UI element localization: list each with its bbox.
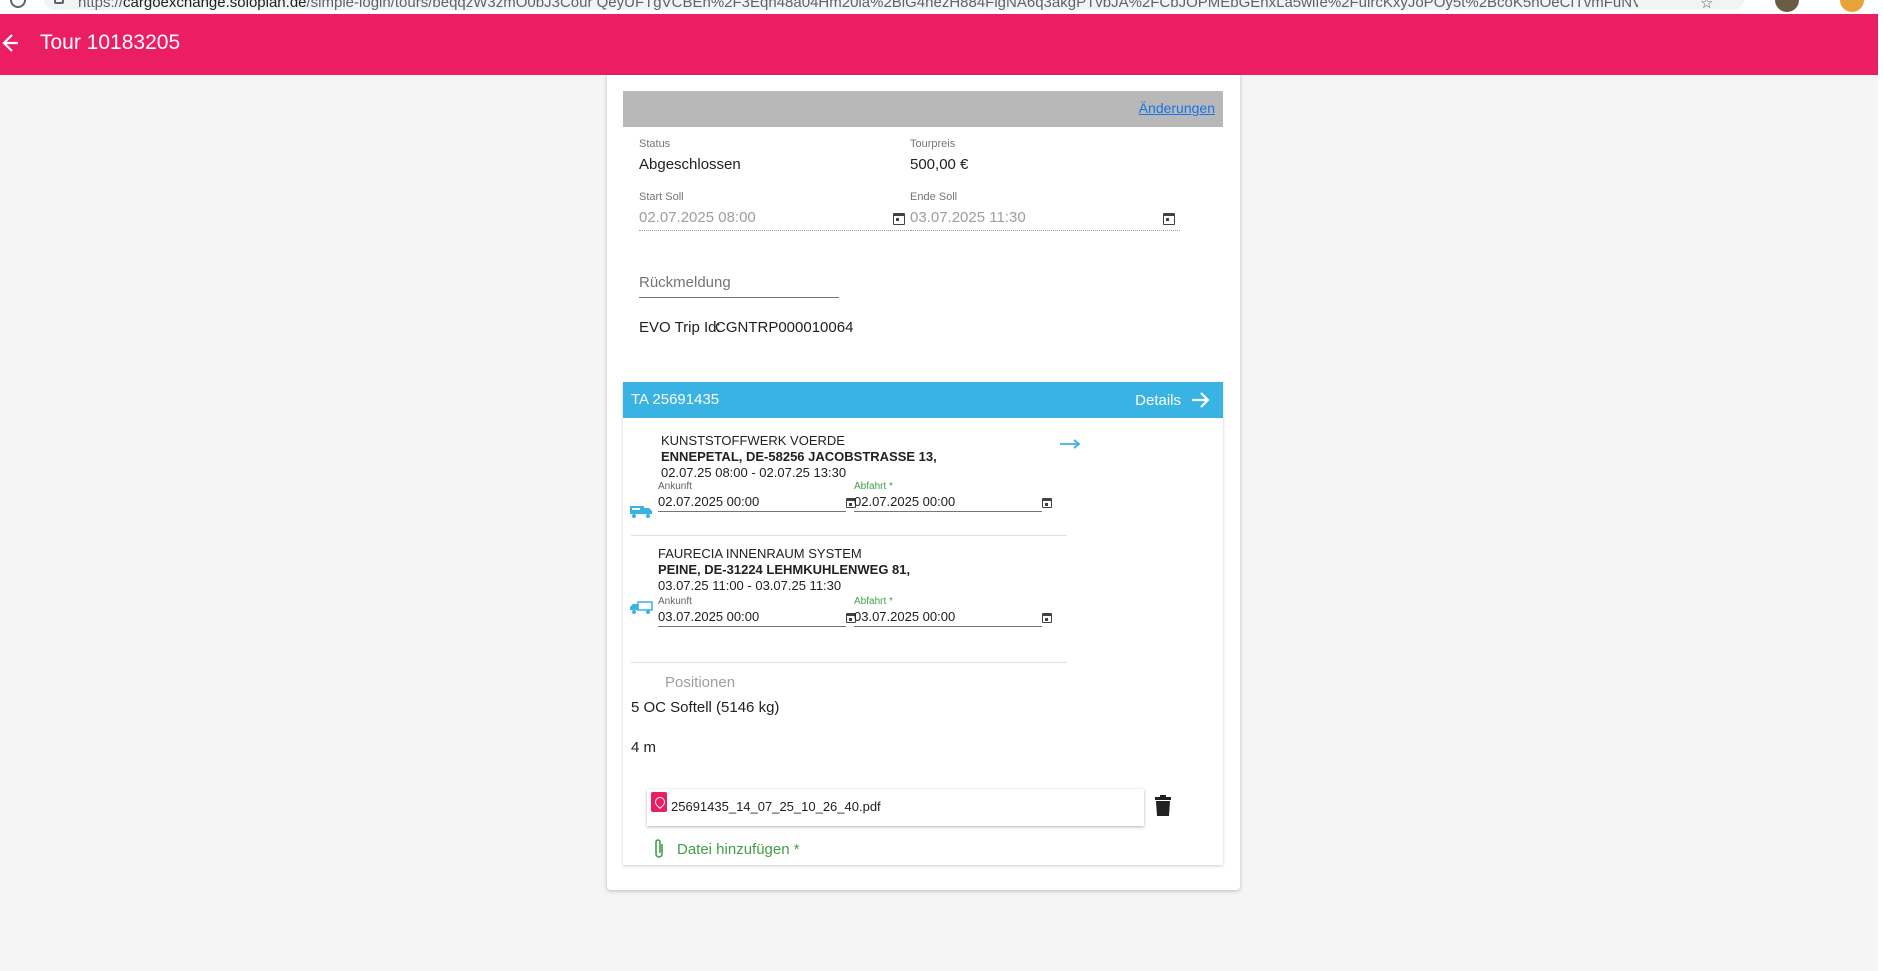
window-edge: [1878, 0, 1883, 971]
end-planned-field: 03.07.2025 11:30: [910, 209, 1026, 226]
transport-order-header: TA 25691435 Details: [623, 382, 1223, 418]
browser-toolbar: https://cargoexchange.soloplan.de/simple…: [0, 0, 1883, 14]
feedback-input[interactable]: [639, 268, 839, 298]
reload-icon[interactable]: [10, 0, 26, 8]
evo-trip-label: EVO Trip Id:: [639, 319, 721, 336]
stop-2-time-window: 03.07.25 11:00 - 03.07.25 11:30: [658, 578, 842, 593]
status-label: Status: [639, 138, 671, 150]
end-field-underline: [910, 230, 1180, 231]
stop-2-arrival-label: Ankunft: [658, 596, 692, 607]
stop-divider: [631, 535, 1067, 536]
position-item: 5 OC Softell (5146 kg): [631, 699, 780, 716]
tour-card: Änderungen Status Abgeschlossen Tourprei…: [607, 75, 1240, 890]
stop-1-departure-underline: [854, 511, 1042, 512]
page-title: Tour 10183205: [40, 31, 181, 54]
tour-price-label: Tourpreis: [910, 138, 956, 150]
attachment-file[interactable]: 25691435_14_07_25_10_26_40.pdf: [647, 789, 1144, 826]
end-calendar-icon: [1163, 213, 1175, 225]
changes-bar: Änderungen: [623, 91, 1223, 127]
changes-link[interactable]: Änderungen: [1139, 100, 1215, 116]
stop-1-departure-label: Abfahrt *: [854, 481, 893, 492]
bookmark-star-icon[interactable]: ☆: [1700, 0, 1713, 12]
add-file-button[interactable]: Datei hinzufügen *: [651, 837, 800, 861]
profile-avatar[interactable]: [1775, 0, 1799, 12]
transport-order-panel: TA 25691435 Details KUNSTSTOFFWERK VOERD…: [623, 382, 1223, 865]
start-planned-label: Start Soll: [639, 191, 684, 203]
end-planned-label: Ende Soll: [910, 191, 958, 203]
start-field-underline: [639, 230, 909, 231]
delete-icon[interactable]: [1153, 794, 1173, 818]
add-file-label: Datei hinzufügen *: [677, 840, 800, 858]
attachment-file-name: 25691435_14_07_25_10_26_40.pdf: [671, 799, 881, 814]
arrow-right-icon: [1192, 392, 1210, 408]
stop-1-departure-field[interactable]: 02.07.2025 00:00: [854, 494, 955, 509]
stop-2-departure-underline: [854, 626, 1042, 627]
stop-2-arrival-field[interactable]: 03.07.2025 00:00: [658, 609, 759, 624]
stop-2-departure-label: Abfahrt *: [854, 596, 893, 607]
extension-icon[interactable]: [1840, 0, 1864, 12]
details-button[interactable]: Details: [1135, 388, 1211, 412]
url-text[interactable]: https://cargoexchange.soloplan.de/simple…: [78, 0, 1638, 11]
app-bar: Tour 10183205: [0, 14, 1878, 75]
pdf-icon: [651, 792, 667, 812]
truck-loading-icon: [630, 506, 652, 518]
stop-1-address: ENNEPETAL, DE-58256 JACOBSTRASSE 13,: [661, 449, 937, 464]
start-calendar-icon: [893, 213, 905, 225]
positions-divider: [631, 662, 1067, 663]
stop-2-name: FAURECIA INNENRAUM SYSTEM: [658, 546, 862, 561]
details-label: Details: [1135, 391, 1181, 409]
stop-1-arrival-label: Ankunft: [658, 481, 692, 492]
positions-label: Positionen: [665, 674, 736, 691]
stop-1-arrival-underline: [658, 511, 846, 512]
tour-price-value: 500,00 €: [910, 156, 969, 173]
site-info-icon[interactable]: [54, 0, 64, 4]
position-item: 4 m: [631, 739, 657, 756]
paperclip-icon: [655, 839, 663, 858]
start-planned-field: 02.07.2025 08:00: [639, 209, 756, 226]
stop-1-arrival-field[interactable]: 02.07.2025 00:00: [658, 494, 759, 509]
evo-trip-id: CGNTRP000010064: [715, 319, 854, 336]
stop-2-arrival-underline: [658, 626, 846, 627]
stop-2-address: PEINE, DE-31224 LEHMKUHLENWEG 81,: [658, 562, 911, 577]
stop-1-name: KUNSTSTOFFWERK VOERDE: [661, 433, 845, 448]
transport-order-title: TA 25691435: [631, 391, 720, 408]
stop-2-departure-calendar-icon[interactable]: [1042, 613, 1052, 623]
stop-2-departure-field[interactable]: 03.07.2025 00:00: [854, 609, 955, 624]
stop-1-time-window: 02.07.25 08:00 - 02.07.25 13:30: [661, 465, 847, 480]
stop-1-departure-calendar-icon[interactable]: [1042, 498, 1052, 508]
truck-unloading-icon: [630, 601, 653, 614]
back-arrow-icon[interactable]: [0, 31, 18, 55]
status-value: Abgeschlossen: [639, 156, 741, 173]
route-arrow-icon[interactable]: [1059, 438, 1081, 450]
